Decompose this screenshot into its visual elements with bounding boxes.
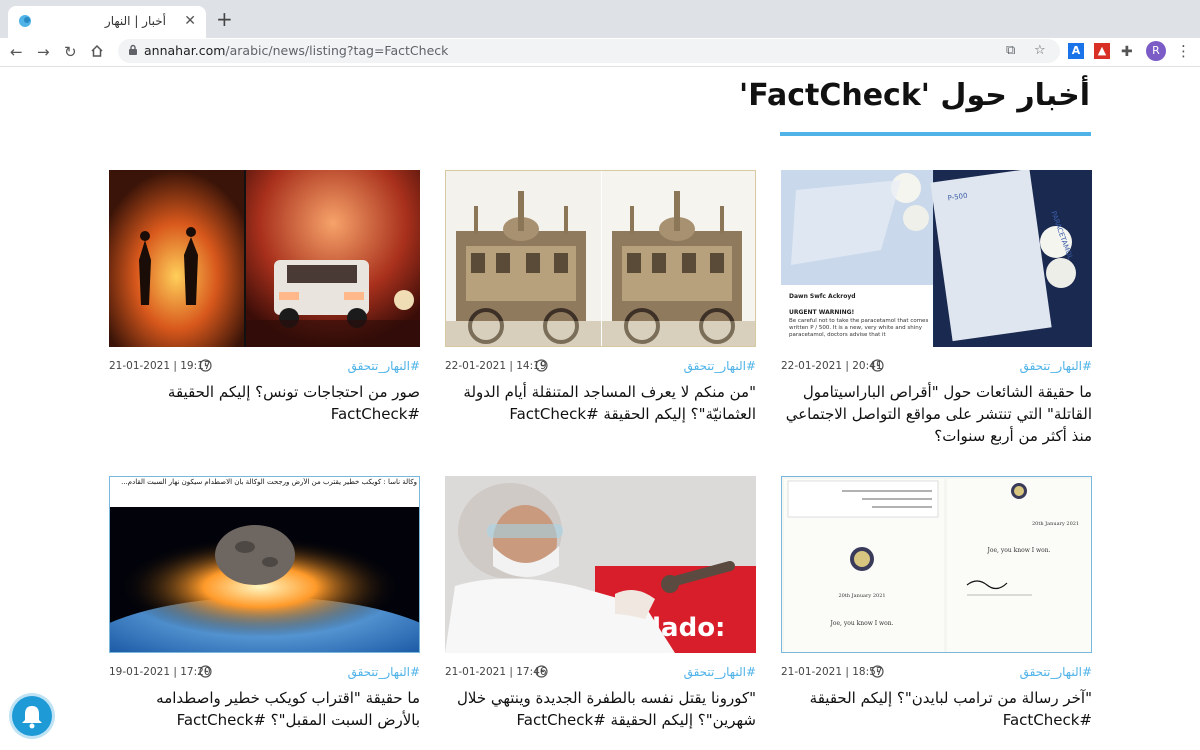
article-meta: #النهار_تتحقق 21-01-2021 | 17:46 (445, 665, 756, 683)
article-title-link[interactable]: ما حقيقة الشائعات حول "أقراص الباراسيتام… (781, 381, 1092, 447)
article-meta: #النهار_تتحقق 22-01-2021 | 14:19 (445, 359, 756, 377)
browser-menu-icon[interactable]: ⋮ (1176, 42, 1191, 60)
extension-red-icon[interactable]: ▲ (1094, 43, 1110, 59)
letter-date-right: 20th January 2021 (1032, 521, 1079, 527)
browser-toolbar: ← → ↻ annahar.com/arabic/news/listing?ta… (0, 38, 1200, 67)
caption-name: Dawn Swfc Ackroyd (789, 293, 856, 300)
url-domain: annahar.com (144, 43, 226, 58)
tab-title: أخبار | النهار (104, 14, 166, 28)
article-thumbnail[interactable] (445, 170, 756, 347)
letter-date-left: 20th January 2021 (838, 593, 885, 599)
bookmark-star-icon[interactable]: ☆ (1034, 43, 1046, 58)
browser-tab-bar: أخبار | النهار ✕ + (0, 0, 1200, 38)
asteroid-caption: وكالة ناسا : كويكب خطير يقترب من الأرض و… (121, 478, 417, 486)
article-tag-link[interactable]: #النهار_تتحقق (684, 665, 756, 679)
article-title-link[interactable]: صور من احتجاجات تونس؟ إليكم الحقيقة #Fac… (109, 381, 420, 425)
article-date: 21-01-2021 | 18:57 (781, 666, 883, 678)
article-title-link[interactable]: "من منكم لا يعرف المساجد المتنقلة أيام ا… (445, 381, 756, 425)
article-tag-link[interactable]: #النهار_تتحقق (1020, 665, 1092, 679)
back-icon[interactable]: ← (10, 42, 23, 62)
article-thumbnail[interactable]: وكالة ناسا : كويكب خطير يقترب من الأرض و… (109, 476, 420, 653)
extension-a-icon[interactable]: A (1068, 43, 1084, 59)
article-tag-link[interactable]: #النهار_تتحقق (1020, 359, 1092, 373)
article-meta: #النهار_تتحقق 19-01-2021 | 17:20 (109, 665, 420, 683)
profile-avatar[interactable]: R (1146, 41, 1166, 61)
forward-icon[interactable]: → (37, 42, 50, 62)
heading-underline (780, 132, 1091, 136)
article-thumbnail[interactable]: 20th January 2021 Joe, you know I won. 2… (781, 476, 1092, 653)
bell-icon (22, 706, 42, 729)
url-text: annahar.com/arabic/news/listing?tag=Fact… (144, 43, 448, 58)
article-date: 22-01-2021 | 14:19 (445, 360, 547, 372)
article-title-link[interactable]: "آخر رسالة من ترامب لبايدن"؟ إليكم الحقي… (781, 687, 1092, 731)
article-tag-link[interactable]: #النهار_تتحقق (348, 359, 420, 373)
article-date: 22-01-2021 | 20:41 (781, 360, 883, 372)
article-meta: #النهار_تتحقق 21-01-2021 | 19:17 (109, 359, 420, 377)
article-thumbnail[interactable] (109, 170, 420, 347)
lock-icon[interactable] (128, 44, 138, 56)
translate-icon[interactable]: ⧉ (1006, 43, 1015, 58)
article-meta: #النهار_تتحقق 22-01-2021 | 20:41 (781, 359, 1092, 377)
article-thumbnail[interactable]: Dawn Swfc Ackroyd URGENT WARNING! Be car… (781, 170, 1092, 347)
article-title-link[interactable]: "كورونا يقتل نفسه بالطفرة الجديدة وينتهي… (445, 687, 756, 731)
home-icon[interactable] (90, 44, 104, 58)
address-bar[interactable]: annahar.com/arabic/news/listing?tag=Fact… (118, 39, 1060, 63)
annahar-favicon-icon (19, 15, 31, 27)
reload-icon[interactable]: ↻ (64, 42, 77, 62)
page-title: أخبار حول 'FactCheck' (739, 78, 1090, 113)
article-date: 21-01-2021 | 17:46 (445, 666, 547, 678)
article-date: 19-01-2021 | 17:20 (109, 666, 211, 678)
caption-warning: URGENT WARNING! (789, 309, 854, 316)
caption-body: Be careful not to take the paracetamol t… (789, 318, 929, 338)
article-tag-link[interactable]: #النهار_تتحقق (348, 665, 420, 679)
article-tag-link[interactable]: #النهار_تتحقق (684, 359, 756, 373)
letter-line-right: Joe, you know I won. (986, 547, 1050, 554)
article-thumbnail[interactable]: uidado: (445, 476, 756, 653)
article-date: 21-01-2021 | 19:17 (109, 360, 211, 372)
extensions-puzzle-icon[interactable]: ✚ (1121, 42, 1133, 62)
article-title-link[interactable]: ما حقيقة "اقتراب كويكب خطير واصطدامه بال… (109, 687, 420, 731)
article-meta: #النهار_تتحقق 21-01-2021 | 18:57 (781, 665, 1092, 683)
notification-bell-button[interactable] (12, 696, 52, 736)
new-tab-icon[interactable]: + (216, 8, 233, 30)
url-path: /arabic/news/listing?tag=FactCheck (225, 43, 449, 58)
browser-tab[interactable]: أخبار | النهار ✕ (8, 6, 206, 38)
tab-close-icon[interactable]: ✕ (184, 12, 196, 30)
letter-line-left: Joe, you know I won. (829, 620, 893, 627)
